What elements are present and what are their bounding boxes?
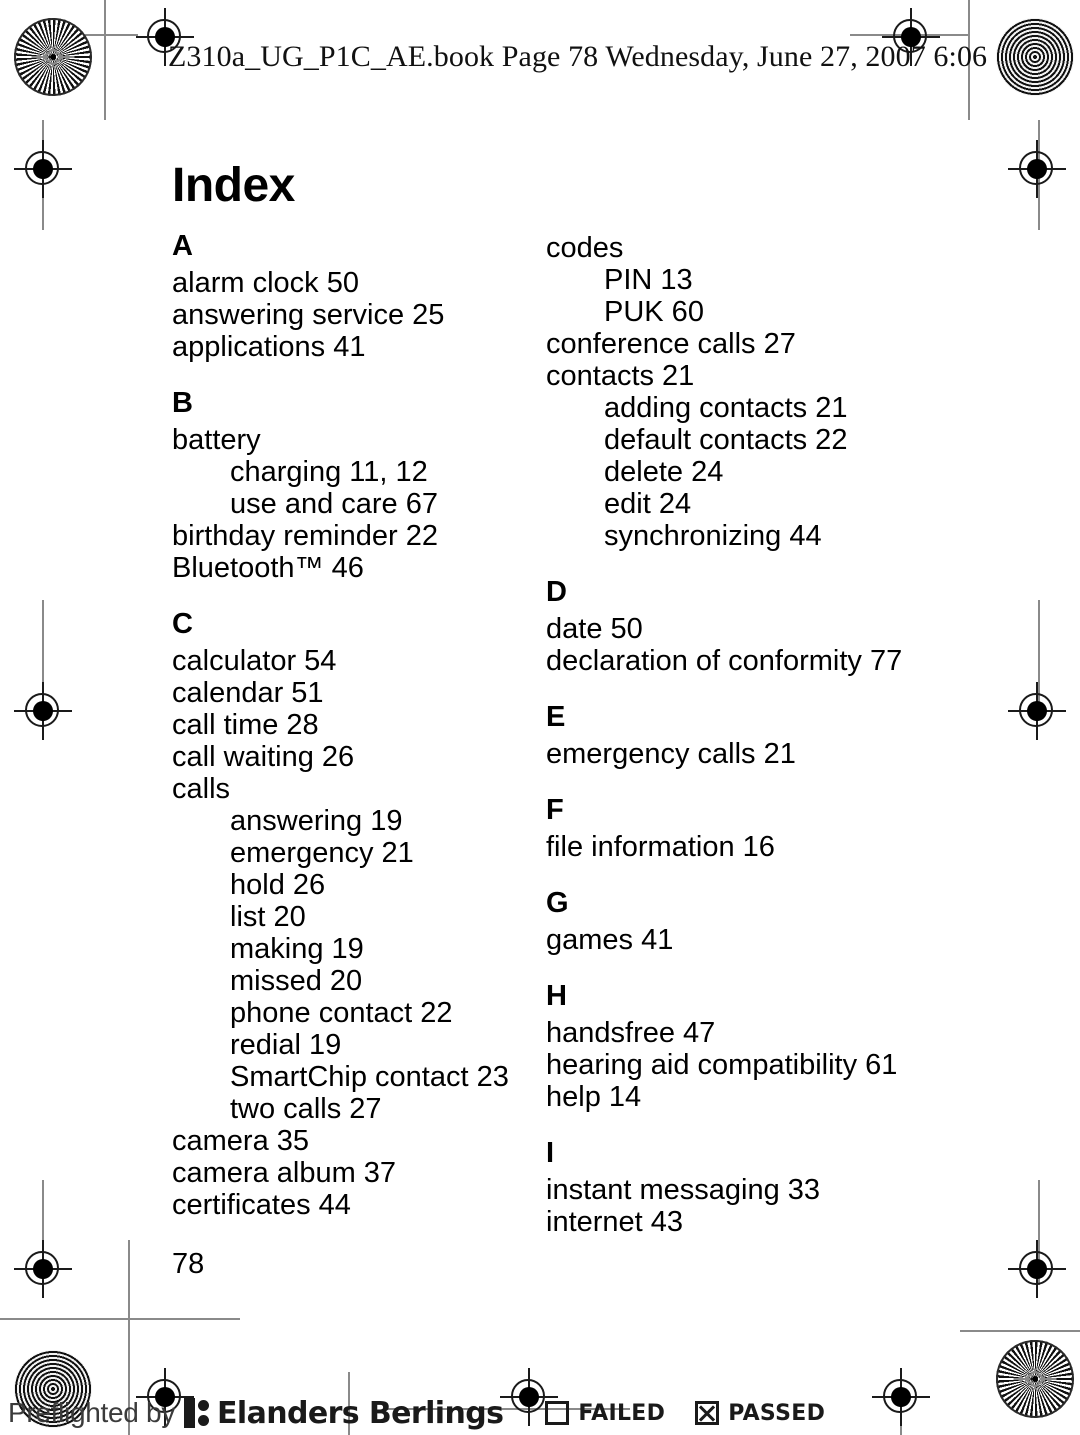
page-number: 78 [172, 1248, 205, 1280]
index-subentry: charging 11, 12 [230, 456, 428, 488]
index-entry: call time 28 [172, 709, 319, 741]
index-subentry: delete 24 [604, 456, 724, 488]
index-entry: answering service 25 [172, 299, 445, 331]
passed-checkbox[interactable] [695, 1401, 720, 1425]
index-section-letter-i: I [546, 1137, 555, 1169]
index-entry: camera 35 [172, 1125, 310, 1157]
registration-mark-left-upper [14, 140, 72, 198]
preflight-result-group: FAILED PASSED [545, 1401, 855, 1426]
index-subentry: missed 20 [230, 965, 363, 997]
index-column-right: codes PIN 13 PUK 60 conference calls 27 cont… [546, 232, 946, 1238]
index-entry: alarm clock 50 [172, 267, 359, 299]
index-entry: Bluetooth™ 46 [172, 552, 364, 584]
registration-mark-right-upper [1008, 140, 1066, 198]
index-subentry: adding contacts 21 [604, 392, 848, 424]
failed-checkbox[interactable] [545, 1401, 570, 1425]
index-subentry: redial 19 [230, 1029, 342, 1061]
preflight-stamp: Preflighted by Elanders Berlings FAILED … [8, 1393, 855, 1433]
index-subentry: two calls 27 [230, 1093, 382, 1125]
index-section-letter-c: C [172, 608, 193, 640]
index-subentry: edit 24 [604, 488, 692, 520]
index-entry: calendar 51 [172, 677, 324, 709]
index-entry: declaration of conformity 77 [546, 645, 903, 677]
index-section-letter-e: E [546, 701, 566, 733]
index-entry: birthday reminder 22 [172, 520, 438, 552]
index-entry: camera album 37 [172, 1157, 397, 1189]
index-entry: internet 43 [546, 1206, 684, 1238]
elanders-logo-icon [184, 1398, 210, 1428]
document-slug-line: Z310a_UG_P1C_AE.book Page 78 Wednesday, … [168, 40, 988, 73]
index-subentry: default contacts 22 [604, 424, 848, 456]
index-entry: games 41 [546, 924, 674, 956]
index-entry: call waiting 26 [172, 741, 355, 773]
index-entry: date 50 [546, 613, 643, 645]
index-subentry: SmartChip contact 23 [230, 1061, 509, 1093]
registration-mark-right-lower [1008, 1240, 1066, 1298]
page-title: Index [172, 159, 295, 212]
index-entry: contacts 21 [546, 360, 695, 392]
preflight-prefix: Preflighted by [8, 1397, 176, 1428]
index-section-letter-g: G [546, 887, 569, 919]
trim-line-left-vertical [104, 0, 106, 120]
trim-line-bottom-right [960, 1330, 1080, 1332]
trim-line-bottom-left [0, 1318, 240, 1320]
index-entry: calls [172, 773, 231, 805]
index-entry: certificates 44 [172, 1189, 351, 1221]
index-subentry: PUK 60 [604, 296, 704, 328]
index-subentry: use and care 67 [230, 488, 438, 520]
index-subentry: phone contact 22 [230, 997, 453, 1029]
preflight-brand: Elanders Berlings [217, 1395, 504, 1431]
index-subentry: answering 19 [230, 805, 403, 837]
index-section-letter-b: B [172, 387, 193, 419]
index-entry: emergency calls 21 [546, 738, 796, 770]
registration-mark-left-middle [14, 682, 72, 740]
index-entry: file information 16 [546, 831, 775, 863]
index-subentry: making 19 [230, 933, 364, 965]
index-entry: conference calls 27 [546, 328, 796, 360]
registration-mark-right-middle [1008, 682, 1066, 740]
starburst-target-bottom-right [996, 1340, 1074, 1418]
index-entry: hearing aid compatibility 61 [546, 1049, 898, 1081]
index-subentry: list 20 [230, 901, 306, 933]
index-entry: codes [546, 232, 624, 264]
registration-mark-footer-right [872, 1368, 930, 1426]
index-entry: battery [172, 424, 261, 456]
index-subentry: synchronizing 44 [604, 520, 822, 552]
index-column-left: Aalarm clock 50 answering service 25 appli… [172, 230, 522, 1222]
index-section-letter-f: F [546, 794, 564, 826]
index-section-letter-a: A [172, 230, 193, 262]
starburst-target-top-left [14, 18, 92, 96]
index-subentry: emergency 21 [230, 837, 414, 869]
proof-page: Z310a_UG_P1C_AE.book Page 78 Wednesday, … [0, 0, 1080, 1435]
index-entry: applications 41 [172, 331, 366, 363]
passed-label: PASSED [728, 1400, 826, 1426]
index-entry: help 14 [546, 1081, 642, 1113]
index-section-letter-d: D [546, 576, 567, 608]
failed-label: FAILED [578, 1400, 666, 1426]
index-subentry: PIN 13 [604, 264, 693, 296]
index-subentry: hold 26 [230, 869, 326, 901]
index-entry: handsfree 47 [546, 1017, 716, 1049]
index-entry: instant messaging 33 [546, 1174, 821, 1206]
index-entry: calculator 54 [172, 645, 337, 677]
index-section-letter-h: H [546, 980, 567, 1012]
registration-mark-left-lower [14, 1240, 72, 1298]
